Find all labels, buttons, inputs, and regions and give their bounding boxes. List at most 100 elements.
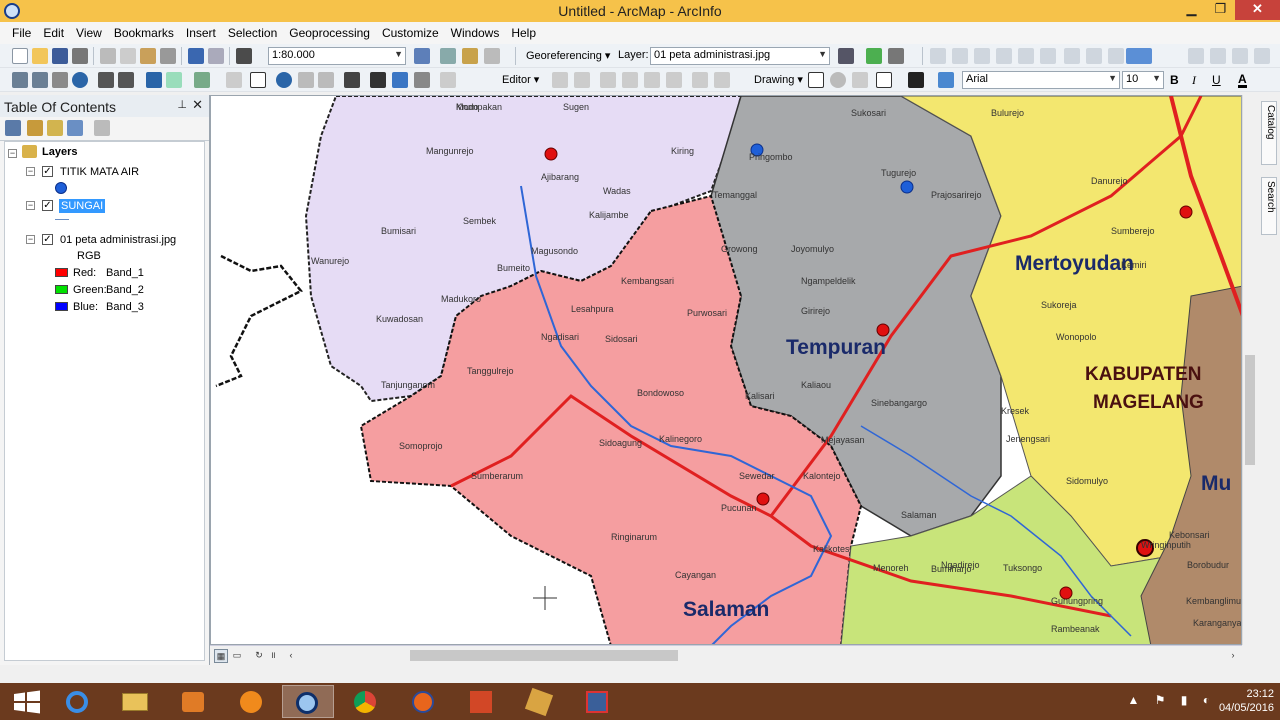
scroll-left-icon[interactable]: ‹ — [284, 649, 298, 663]
html-popup-icon[interactable] — [318, 72, 334, 88]
menu-geoprocessing[interactable]: Geoprocessing — [283, 26, 376, 40]
catalog-side-tab[interactable]: Catalog — [1261, 101, 1277, 165]
fixed-zoom-in-icon[interactable] — [98, 72, 114, 88]
new-document-icon[interactable] — [12, 48, 28, 64]
system-tray-icons[interactable]: ▲ ⚑ ▮ ◐ — [1128, 693, 1217, 707]
copy-icon[interactable] — [120, 48, 136, 64]
drawing-menu[interactable]: Drawing ▾ — [754, 73, 803, 86]
pin-icon[interactable]: ⊥ — [177, 98, 187, 111]
search-side-tab[interactable]: Search — [1261, 177, 1277, 235]
tool-f-icon[interactable] — [1040, 48, 1056, 64]
start-icon[interactable] — [0, 685, 52, 718]
tool-k-icon[interactable] — [1210, 48, 1226, 64]
list-by-drawing-order-icon[interactable] — [5, 120, 21, 136]
firefox-old-icon[interactable] — [226, 685, 278, 718]
blue-band-swatch[interactable] — [55, 302, 68, 311]
link-table-icon[interactable] — [888, 48, 904, 64]
rotate-edit-icon[interactable] — [714, 72, 730, 88]
add-data-icon[interactable] — [236, 48, 252, 64]
time-slider-icon[interactable] — [440, 72, 456, 88]
firefox-icon[interactable] — [398, 685, 450, 718]
binoculars-icon[interactable] — [370, 72, 386, 88]
minimize-icon[interactable]: ▁ — [1177, 0, 1206, 20]
point-icon[interactable] — [666, 72, 682, 88]
pause-icon[interactable]: ॥ — [266, 649, 280, 663]
menu-bookmarks[interactable]: Bookmarks — [108, 26, 180, 40]
edit-annotation-icon[interactable] — [574, 72, 590, 88]
collapse-icon[interactable]: − — [26, 235, 35, 244]
tool-m-icon[interactable] — [1254, 48, 1270, 64]
editor-toolbar-icon[interactable] — [414, 48, 430, 64]
collapse-icon[interactable]: − — [26, 167, 35, 176]
rotate-icon[interactable] — [838, 48, 854, 64]
layer-visibility-checkbox[interactable]: ✓ — [42, 234, 53, 245]
arcgis-admin-icon[interactable] — [514, 685, 566, 718]
identify-icon[interactable] — [276, 72, 292, 88]
menu-customize[interactable]: Customize — [376, 26, 445, 40]
list-by-source-icon[interactable] — [27, 120, 43, 136]
scroll-thumb[interactable] — [1245, 355, 1255, 465]
menu-edit[interactable]: Edit — [37, 26, 70, 40]
red-band-swatch[interactable] — [55, 268, 68, 277]
italic-button[interactable]: I — [1192, 73, 1196, 88]
arcmap-icon[interactable] — [282, 685, 334, 718]
tool-g-icon[interactable] — [1064, 48, 1080, 64]
layer-visibility-checkbox[interactable]: ✓ — [42, 200, 53, 211]
bold-button[interactable]: B — [1170, 73, 1179, 87]
undo-icon[interactable] — [188, 48, 204, 64]
forward-extent-icon[interactable] — [166, 72, 182, 88]
menu-help[interactable]: Help — [505, 26, 542, 40]
font-name-combo[interactable]: Arial ▼ — [962, 71, 1120, 89]
pan-icon[interactable] — [52, 72, 68, 88]
tool-c-icon[interactable] — [974, 48, 990, 64]
georeferencing-menu[interactable]: Georeferencing ▾ — [526, 49, 610, 62]
map-data-view[interactable]: Tempuran Mertoyudan KABUPATEN MAGELANG S… — [210, 95, 1242, 645]
tool-b-icon[interactable] — [952, 48, 968, 64]
zoom-to-selected-icon[interactable] — [852, 72, 868, 88]
add-control-points-icon[interactable] — [866, 48, 882, 64]
cut-icon[interactable] — [100, 48, 116, 64]
marker-icon[interactable] — [938, 72, 954, 88]
tool-i-icon[interactable] — [1108, 48, 1124, 64]
trace-icon[interactable] — [644, 72, 660, 88]
refresh-icon[interactable]: ↻ — [252, 649, 266, 663]
collapse-icon[interactable]: − — [8, 149, 17, 158]
select-elements-icon[interactable] — [250, 72, 266, 88]
search-window-icon[interactable] — [484, 48, 500, 64]
tool-j-icon[interactable] — [1188, 48, 1204, 64]
map-scale-combo[interactable]: 1:80.000 ▼ — [268, 47, 406, 65]
layer-name-sungai[interactable]: SUNGAI — [59, 199, 106, 213]
zoom-in-icon[interactable] — [12, 72, 28, 88]
tool-e-icon[interactable] — [1018, 48, 1034, 64]
menu-insert[interactable]: Insert — [180, 26, 222, 40]
menu-windows[interactable]: Windows — [445, 26, 506, 40]
find-icon[interactable] — [344, 72, 360, 88]
back-extent-icon[interactable] — [146, 72, 162, 88]
layer-name-peta-administrasi[interactable]: 01 peta administrasi.jpg — [60, 234, 176, 246]
toc-window-icon[interactable] — [440, 48, 456, 64]
layer-name-titik-mata-air[interactable]: TITIK MATA AIR — [60, 166, 139, 178]
layer-visibility-checkbox[interactable]: ✓ — [42, 166, 53, 177]
save-icon[interactable] — [52, 48, 68, 64]
fixed-zoom-out-icon[interactable] — [118, 72, 134, 88]
zoom-out-icon[interactable] — [32, 72, 48, 88]
options-icon[interactable] — [94, 120, 110, 136]
straight-segment-icon[interactable] — [600, 72, 616, 88]
georef-layer-combo[interactable]: 01 peta administrasi.jpg ▼ — [650, 47, 830, 65]
internet-explorer-icon[interactable] — [52, 685, 104, 718]
redo-icon[interactable] — [208, 48, 224, 64]
menu-file[interactable]: File — [6, 26, 37, 40]
list-by-visibility-icon[interactable] — [47, 120, 63, 136]
full-extent-icon[interactable] — [72, 72, 88, 88]
close-icon[interactable]: ✕ — [192, 97, 203, 113]
chrome-icon[interactable] — [340, 685, 392, 718]
print-icon[interactable] — [72, 48, 88, 64]
hyperlink-icon[interactable] — [298, 72, 314, 88]
menu-selection[interactable]: Selection — [222, 26, 283, 40]
snagit-icon[interactable] — [572, 685, 624, 718]
point-symbol-icon[interactable] — [55, 182, 67, 194]
scroll-thumb[interactable] — [410, 650, 678, 661]
green-band-swatch[interactable] — [55, 285, 68, 294]
catalog-window-icon[interactable] — [462, 48, 478, 64]
menu-view[interactable]: View — [70, 26, 108, 40]
